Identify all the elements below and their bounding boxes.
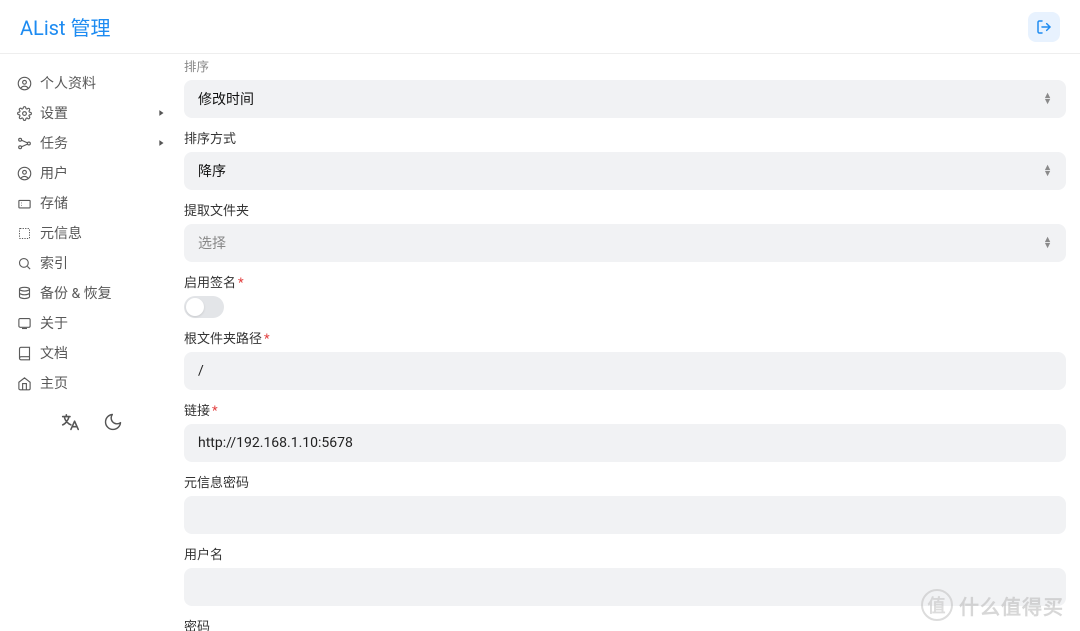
user-icon [16,165,32,181]
sidebar-item-settings[interactable]: 设置 [6,98,176,128]
sidebar-utilities [6,412,176,432]
sidebar-item-label: 任务 [40,133,156,153]
sidebar-item-label: 存储 [40,193,166,213]
extract-folder-label: 提取文件夹 [184,200,1066,219]
sidebar-item-label: 设置 [40,103,156,123]
sidebar-item-label: 个人资料 [40,73,166,93]
root-path-label: 根文件夹路径* [184,328,1066,347]
sidebar-item-backup[interactable]: 备份 & 恢复 [6,278,176,308]
header: AList 管理 [0,0,1080,54]
sidebar-item-meta[interactable]: 元信息 [6,218,176,248]
dark-mode-icon[interactable] [103,412,123,432]
sidebar-item-label: 索引 [40,253,166,273]
sidebar: 个人资料 设置 任务 [0,54,180,631]
sidebar-item-label: 关于 [40,313,166,333]
sidebar-item-index[interactable]: 索引 [6,248,176,278]
sort-label: 排序 [184,56,1066,75]
nodes-icon [16,135,32,151]
app-title[interactable]: AList 管理 [20,12,111,41]
logout-button[interactable] [1028,12,1060,42]
select-arrows-icon: ▲▼ [1043,93,1052,105]
about-icon [16,315,32,331]
sort-direction-value: 降序 [198,161,226,181]
sort-direction-select[interactable]: 降序 ▲▼ [184,152,1066,190]
sort-select[interactable]: 修改时间 ▲▼ [184,80,1066,118]
gear-icon [16,105,32,121]
select-arrows-icon: ▲▼ [1043,237,1052,249]
enable-sign-toggle[interactable] [184,296,224,318]
sidebar-item-label: 用户 [40,163,166,183]
storage-icon [16,195,32,211]
root-path-input[interactable] [184,352,1066,390]
select-arrows-icon: ▲▼ [1043,165,1052,177]
sidebar-item-users[interactable]: 用户 [6,158,176,188]
username-input[interactable] [184,568,1066,606]
home-icon [16,375,32,391]
sidebar-item-tasks[interactable]: 任务 [6,128,176,158]
sidebar-item-label: 主页 [40,373,166,393]
logout-icon [1036,19,1052,35]
search-icon [16,255,32,271]
sidebar-item-label: 元信息 [40,223,166,243]
sidebar-item-docs[interactable]: 文档 [6,338,176,368]
sort-value: 修改时间 [198,89,254,109]
language-icon[interactable] [59,412,79,432]
book-icon [16,345,32,361]
sidebar-item-profile[interactable]: 个人资料 [6,68,176,98]
chevron-right-icon [156,108,166,118]
sort-direction-label: 排序方式 [184,128,1066,147]
link-label: 链接* [184,400,1066,419]
main-form: 排序 修改时间 ▲▼ 排序方式 降序 ▲▼ 提取文件夹 选择 ▲▼ 启用签名* … [180,54,1080,631]
enable-sign-label: 启用签名* [184,272,1066,291]
chevron-right-icon [156,138,166,148]
meta-icon [16,225,32,241]
meta-password-label: 元信息密码 [184,472,1066,491]
sidebar-item-label: 文档 [40,343,166,363]
extract-folder-select[interactable]: 选择 ▲▼ [184,224,1066,262]
username-label: 用户名 [184,544,1066,563]
toggle-knob [186,298,204,316]
link-input[interactable] [184,424,1066,462]
sidebar-item-label: 备份 & 恢复 [40,283,166,303]
sidebar-item-home[interactable]: 主页 [6,368,176,398]
password-label: 密码 [184,616,1066,631]
database-icon [16,285,32,301]
meta-password-input[interactable] [184,496,1066,534]
extract-folder-value: 选择 [198,233,226,253]
sidebar-item-about[interactable]: 关于 [6,308,176,338]
sidebar-item-storage[interactable]: 存储 [6,188,176,218]
user-circle-icon [16,75,32,91]
